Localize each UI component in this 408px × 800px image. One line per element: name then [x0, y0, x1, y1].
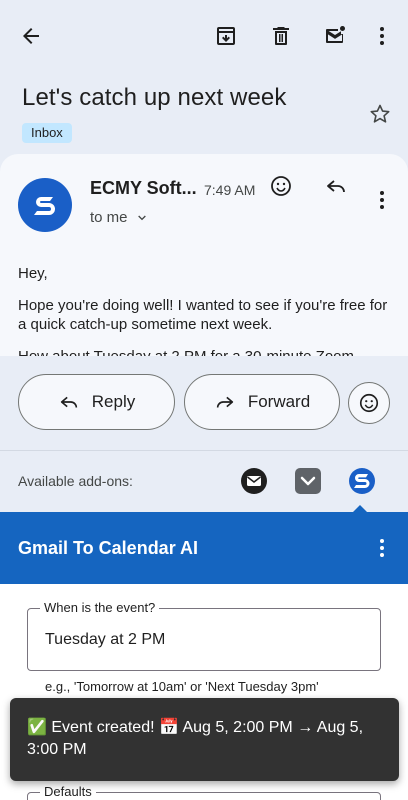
- reply-label: Reply: [91, 392, 136, 411]
- addons-label: Available add-ons:: [18, 473, 133, 489]
- addon-title: Gmail To Calendar AI: [18, 538, 199, 558]
- message-card: ECMY Soft... 7:49 AM to me Hey, Hope you…: [0, 154, 408, 356]
- more-vert-icon: [380, 27, 384, 45]
- more-vert-icon: [380, 191, 384, 209]
- event-time-helper-text: e.g., 'Tomorrow at 10am' or 'Next Tuesda…: [45, 679, 319, 694]
- message-body: Hey, Hope you're doing well! I wanted to…: [18, 264, 398, 356]
- event-time-field[interactable]: When is the event? Tuesday at 2 PM: [27, 600, 381, 671]
- message-more-button[interactable]: [362, 180, 402, 220]
- reply-icon: [327, 180, 345, 193]
- recipient-details[interactable]: to me: [90, 209, 150, 226]
- emoji-icon: [359, 393, 379, 413]
- gmail-to-calendar-addon-button[interactable]: [348, 467, 376, 495]
- pocket-addon-icon: [295, 468, 321, 494]
- forward-label: Forward: [247, 392, 311, 411]
- reply-icon-button[interactable]: [316, 166, 356, 206]
- defaults-section: Defaults: [27, 784, 381, 800]
- react-button[interactable]: [348, 382, 390, 424]
- event-time-field-value[interactable]: Tuesday at 2 PM: [45, 631, 165, 649]
- addon-header: Gmail To Calendar AI: [0, 512, 408, 584]
- gmail-to-calendar-addon-icon: [349, 468, 375, 494]
- forward-icon: [216, 396, 233, 408]
- arrow-back-icon: [23, 28, 39, 44]
- more-options-button[interactable]: [362, 16, 402, 56]
- reply-icon: [60, 396, 77, 408]
- add-reaction-button[interactable]: [261, 166, 301, 206]
- trash-icon: [273, 27, 289, 45]
- defaults-label: Defaults: [40, 784, 96, 799]
- recipient-label: to me: [90, 209, 128, 226]
- star-button[interactable]: [360, 94, 400, 134]
- body-paragraph: How about Tuesday at 2 PM for a 30-minut…: [18, 347, 398, 356]
- chevron-down-icon: [137, 215, 146, 220]
- addons-bar: Available add-ons:: [0, 450, 408, 513]
- emoji-icon: [271, 176, 291, 196]
- reply-button[interactable]: Reply: [18, 374, 175, 430]
- sender-name[interactable]: ECMY Soft...: [90, 178, 197, 199]
- top-app-bar: [0, 0, 408, 72]
- star-icon: [370, 104, 390, 123]
- mail-addon-icon: [241, 468, 267, 494]
- sent-time: 7:49 AM: [204, 182, 256, 198]
- inbox-label-chip[interactable]: Inbox: [22, 123, 72, 143]
- addon-more-button[interactable]: [362, 528, 402, 568]
- pocket-addon-button[interactable]: [294, 467, 322, 495]
- back-button[interactable]: [11, 16, 51, 56]
- sender-avatar[interactable]: [18, 178, 72, 232]
- mail-addon-button[interactable]: [240, 467, 268, 495]
- email-subject: Let's catch up next week: [22, 84, 287, 111]
- archive-icon: [217, 27, 235, 45]
- mark-unread-button[interactable]: [315, 16, 355, 56]
- snackbar: ✅ Event created! 📅 Aug 5, 2:00 PM → Aug …: [10, 698, 399, 781]
- more-vert-icon: [380, 539, 384, 557]
- message-actions: Reply Forward: [0, 356, 408, 450]
- body-paragraph: Hey,: [18, 265, 48, 282]
- body-paragraph: Hope you're doing well! I wanted to see …: [18, 297, 388, 333]
- archive-button[interactable]: [206, 16, 246, 56]
- mail-unread-icon: [326, 26, 345, 43]
- event-time-field-label: When is the event?: [40, 600, 160, 615]
- forward-button[interactable]: Forward: [184, 374, 340, 430]
- delete-button[interactable]: [261, 16, 301, 56]
- snackbar-message: ✅ Event created! 📅 Aug 5, 2:00 PM → Aug …: [27, 719, 364, 758]
- ecmy-logo-icon: [34, 197, 55, 215]
